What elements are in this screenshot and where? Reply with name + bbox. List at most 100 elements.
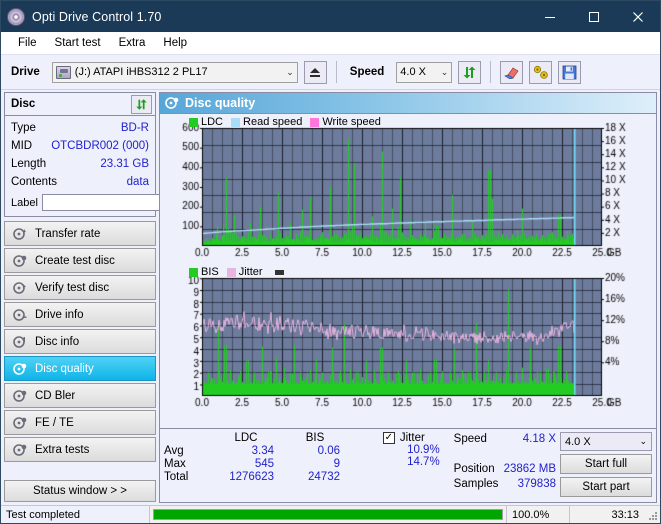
chevron-down-icon: ⌄	[639, 436, 647, 446]
sidebar-item-label: CD Bler	[35, 389, 76, 402]
window-title: Opti Drive Control 1.70	[32, 9, 162, 24]
legend-swatch	[189, 117, 198, 127]
bottom-chart-legend: BIS Jitter	[189, 266, 284, 278]
save-button[interactable]	[558, 60, 582, 84]
test-speed-value: 4.0 X	[565, 435, 591, 448]
sidebar-item-create-test-disc[interactable]: Create test disc	[4, 248, 156, 273]
panel-header: Disc quality	[160, 93, 656, 114]
test-controls: 4.0 X ⌄ Start full Start part	[560, 432, 652, 502]
title-bar: Opti Drive Control 1.70	[1, 1, 660, 32]
disc-field-type-key: Type	[11, 122, 36, 134]
sidebar-item-label: Transfer rate	[35, 227, 101, 240]
toolbar: Drive (J:) ATAPI iHBS312 2 PL17 ⌄ Speed …	[1, 55, 660, 90]
progress-percent: 100.0%	[506, 506, 569, 523]
charts-area: LDC Read speed Write speed BIS Jitter	[160, 114, 656, 428]
jitter-stats: ✓ Jitter 10.9% 14.7%	[348, 432, 454, 502]
samples-stat-label: Samples	[453, 478, 499, 490]
legend-read-speed: Read speed	[231, 116, 302, 128]
window-controls	[528, 1, 660, 32]
disc-field-length-value: 23.31 GB	[100, 158, 149, 170]
status-message: Test completed	[1, 506, 150, 523]
stats-panel: LDC BIS Avg 3.34 0.06 Max 545 9 Total 12…	[160, 428, 656, 502]
status-window-button[interactable]: Status window > >	[4, 480, 156, 502]
jitter-label: Jitter	[399, 432, 425, 444]
stats-corner	[164, 432, 210, 444]
sidebar-item-extra-tests[interactable]: Extra tests	[4, 437, 156, 462]
position-stat-value: 23862 MB	[503, 463, 556, 475]
stats-avg-bis: 0.06	[317, 445, 340, 457]
speed-select[interactable]: 4.0 X ⌄	[396, 61, 453, 83]
disc-info-panel: Disc Type BD-R MID OTCBDR002 (000) Lengt…	[4, 92, 244, 217]
toolbar-separator-2	[490, 61, 492, 83]
start-full-button[interactable]: Start full	[560, 454, 652, 474]
disc-field-type-value: BD-R	[120, 122, 149, 134]
legend-swatch	[231, 117, 241, 127]
extra-tests-icon	[13, 443, 27, 456]
drive-select-value: (J:) ATAPI iHBS312 2 PL17	[74, 66, 208, 78]
sidebar-item-fe-te[interactable]: FE / TE	[4, 410, 156, 435]
disc-field-mid: MID OTCBDR002 (000)	[11, 137, 149, 155]
test-speed-select[interactable]: 4.0 X ⌄	[560, 432, 652, 451]
chevron-down-icon: ⌄	[440, 66, 449, 77]
samples-stat-value: 379838	[517, 478, 556, 490]
sidebar-item-label: Verify test disc	[35, 281, 110, 294]
minimize-icon[interactable]	[528, 1, 572, 32]
stats-header-ldc: LDC	[234, 432, 258, 444]
legend-ldc: LDC	[189, 116, 223, 128]
menu-extra[interactable]: Extra	[110, 34, 155, 52]
disc-label-key: Label	[11, 196, 38, 209]
disc-quality-charts	[160, 114, 654, 414]
sidebar-item-verify-test-disc[interactable]: Verify test disc	[4, 275, 156, 300]
menu-help[interactable]: Help	[154, 34, 196, 52]
disc-field-length: Length 23.31 GB	[11, 155, 149, 173]
scroll-marker	[274, 269, 284, 275]
status-bar: Test completed 100.0% 33:13	[1, 505, 660, 523]
sidebar-item-transfer-rate[interactable]: Transfer rate	[4, 221, 156, 246]
legend-label: Jitter	[238, 266, 263, 278]
menu-start-test[interactable]: Start test	[46, 34, 110, 52]
disc-field-mid-key: MID	[11, 140, 33, 152]
speed-stat-value: 4.18 X	[522, 433, 556, 445]
sidebar-item-drive-info[interactable]: Drive info	[4, 302, 156, 327]
disc-verify-icon	[13, 281, 26, 294]
drive-info-icon	[13, 308, 27, 321]
legend-label: BIS	[201, 266, 219, 278]
disc-panel-header: Disc	[5, 93, 155, 116]
erase-button[interactable]	[500, 60, 524, 84]
menu-file[interactable]: File	[9, 34, 46, 52]
app-body: Disc Type BD-R MID OTCBDR002 (000) Lengt…	[1, 90, 660, 505]
sidebar-item-cd-bler[interactable]: CD Bler	[4, 383, 156, 408]
legend-swatch	[189, 267, 198, 277]
stats-header-bis: BIS	[305, 432, 325, 444]
disc-refresh-button[interactable]	[131, 94, 152, 114]
main-panel: Disc quality LDC Read speed Write speed …	[159, 92, 657, 503]
drive-label: Drive	[11, 66, 40, 78]
jitter-checkbox[interactable]: ✓	[382, 432, 395, 444]
menu-bar: File Start test Extra Help	[1, 32, 660, 55]
legend-swatch	[310, 117, 320, 127]
disc-info-icon	[13, 335, 25, 348]
disc-field-contents-key: Contents	[11, 176, 58, 188]
disc-panel-title: Disc	[11, 98, 36, 110]
sidebar-item-label: Disc quality	[35, 362, 94, 375]
maximize-icon[interactable]	[572, 1, 616, 32]
sidebar-item-disc-info[interactable]: Disc info	[4, 329, 156, 354]
refresh-button[interactable]	[458, 60, 482, 84]
stats-total-bis: 24732	[308, 471, 340, 483]
tools-button[interactable]	[529, 60, 553, 84]
speed-stat-label: Speed	[453, 433, 487, 445]
sidebar-item-disc-quality[interactable]: Disc quality	[4, 356, 156, 381]
eject-button[interactable]	[303, 60, 327, 84]
position-stat-label: Position	[453, 463, 495, 475]
jitter-header: ✓ Jitter	[354, 432, 454, 444]
disc-field-type: Type BD-R	[11, 119, 149, 137]
fe-te-icon	[13, 416, 27, 429]
disc-transfer-icon	[13, 227, 26, 240]
drive-icon	[55, 65, 71, 79]
start-part-button[interactable]: Start part	[560, 477, 652, 497]
resize-grip[interactable]	[644, 506, 660, 523]
sidebar-item-label: Create test disc	[35, 254, 115, 267]
drive-select[interactable]: (J:) ATAPI iHBS312 2 PL17 ⌄	[51, 61, 298, 83]
sidebar-item-label: Disc info	[35, 335, 80, 348]
close-icon[interactable]	[616, 1, 660, 32]
